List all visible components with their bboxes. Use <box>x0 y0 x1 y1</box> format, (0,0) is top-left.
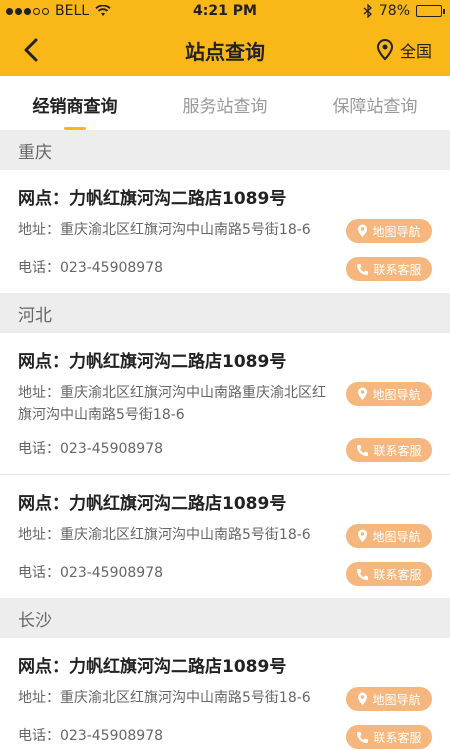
map-navigation-label: 地图导航 <box>372 692 421 707</box>
location-pin-icon <box>358 692 368 705</box>
address-row: 地址：重庆渝北区红旗河沟中山南路5号街18-6 地图导航 <box>18 524 432 550</box>
nav-bar: 站点查询 全国 <box>0 24 450 76</box>
top-bar: BELL 4:21 PM 78% 站点查询 全国 <box>0 0 450 76</box>
contact-service-button[interactable]: 联系客服 <box>346 438 432 462</box>
location-pin-icon <box>376 39 393 61</box>
location-pin-icon <box>358 387 368 400</box>
section-header: 河北 <box>0 293 450 333</box>
map-navigation-label: 地图导航 <box>372 529 421 544</box>
contact-service-label: 联系客服 <box>373 262 422 277</box>
location-pin-icon <box>358 224 368 237</box>
outlet-name: 网点：力帆红旗河沟二路店1089号 <box>18 657 287 677</box>
map-navigation-button[interactable]: 地图导航 <box>346 382 432 406</box>
region-label: 全国 <box>399 42 432 61</box>
phone-icon <box>357 263 369 275</box>
list-item[interactable]: 网点：力帆红旗河沟二路店1089号 地址：重庆渝北区红旗河沟中山南路5号街18-… <box>0 638 450 750</box>
list-item[interactable]: 网点：力帆红旗河沟二路店1089号 地址：重庆渝北区红旗河沟中山南路重庆渝北区红… <box>0 333 450 475</box>
battery-icon <box>416 5 445 17</box>
contact-service-button[interactable]: 联系客服 <box>346 257 432 281</box>
contact-service-button[interactable]: 联系客服 <box>346 725 432 749</box>
tab-dealer[interactable]: 经销商查询 <box>0 76 150 130</box>
status-right: 78% <box>363 3 445 19</box>
phone-row: 电话：023-45908978 联系客服 <box>18 725 432 750</box>
phone-icon <box>357 568 369 580</box>
tab-support-station[interactable]: 保障站查询 <box>300 76 450 130</box>
contact-service-label: 联系客服 <box>373 443 422 458</box>
contact-service-label: 联系客服 <box>373 567 422 582</box>
section-header: 长沙 <box>0 598 450 638</box>
map-navigation-label: 地图导航 <box>372 387 421 402</box>
region-selector[interactable]: 全国 <box>376 38 432 62</box>
map-navigation-button[interactable]: 地图导航 <box>346 687 432 711</box>
tab-bar: 经销商查询 服务站查询 保障站查询 <box>0 76 450 130</box>
tab-service-station[interactable]: 服务站查询 <box>150 76 300 130</box>
outlet-name: 网点：力帆红旗河沟二路店1089号 <box>18 494 287 514</box>
address-row: 地址：重庆渝北区红旗河沟中山南路5号街18-6 地图导航 <box>18 219 432 245</box>
list-item[interactable]: 网点：力帆红旗河沟二路店1089号 地址：重庆渝北区红旗河沟中山南路5号街18-… <box>0 475 450 598</box>
phone-row: 电话：023-45908978 联系客服 <box>18 562 432 598</box>
map-navigation-label: 地图导航 <box>372 224 421 239</box>
phone-icon <box>357 444 369 456</box>
outlet-name: 网点：力帆红旗河沟二路店1089号 <box>18 189 287 209</box>
bluetooth-icon <box>363 4 372 18</box>
battery-percent: 78% <box>378 3 410 19</box>
outlet-name: 网点：力帆红旗河沟二路店1089号 <box>18 352 287 372</box>
map-navigation-button[interactable]: 地图导航 <box>346 219 432 243</box>
location-pin-icon <box>358 529 368 542</box>
status-bar: BELL 4:21 PM 78% <box>0 0 450 24</box>
list-item[interactable]: 网点：力帆红旗河沟二路店1089号 地址：重庆渝北区红旗河沟中山南路5号街18-… <box>0 170 450 293</box>
address-row: 地址：重庆渝北区红旗河沟中山南路5号街18-6 地图导航 <box>18 687 432 713</box>
address-row: 地址：重庆渝北区红旗河沟中山南路重庆渝北区红旗河沟中山南路5号街18-6 地图导… <box>18 382 432 426</box>
phone-icon <box>357 731 369 743</box>
section-header: 重庆 <box>0 130 450 170</box>
map-navigation-button[interactable]: 地图导航 <box>346 524 432 548</box>
phone-row: 电话：023-45908978 联系客服 <box>18 257 432 293</box>
phone-row: 电话：023-45908978 联系客服 <box>18 438 432 474</box>
contact-service-button[interactable]: 联系客服 <box>346 562 432 586</box>
contact-service-label: 联系客服 <box>373 730 422 745</box>
